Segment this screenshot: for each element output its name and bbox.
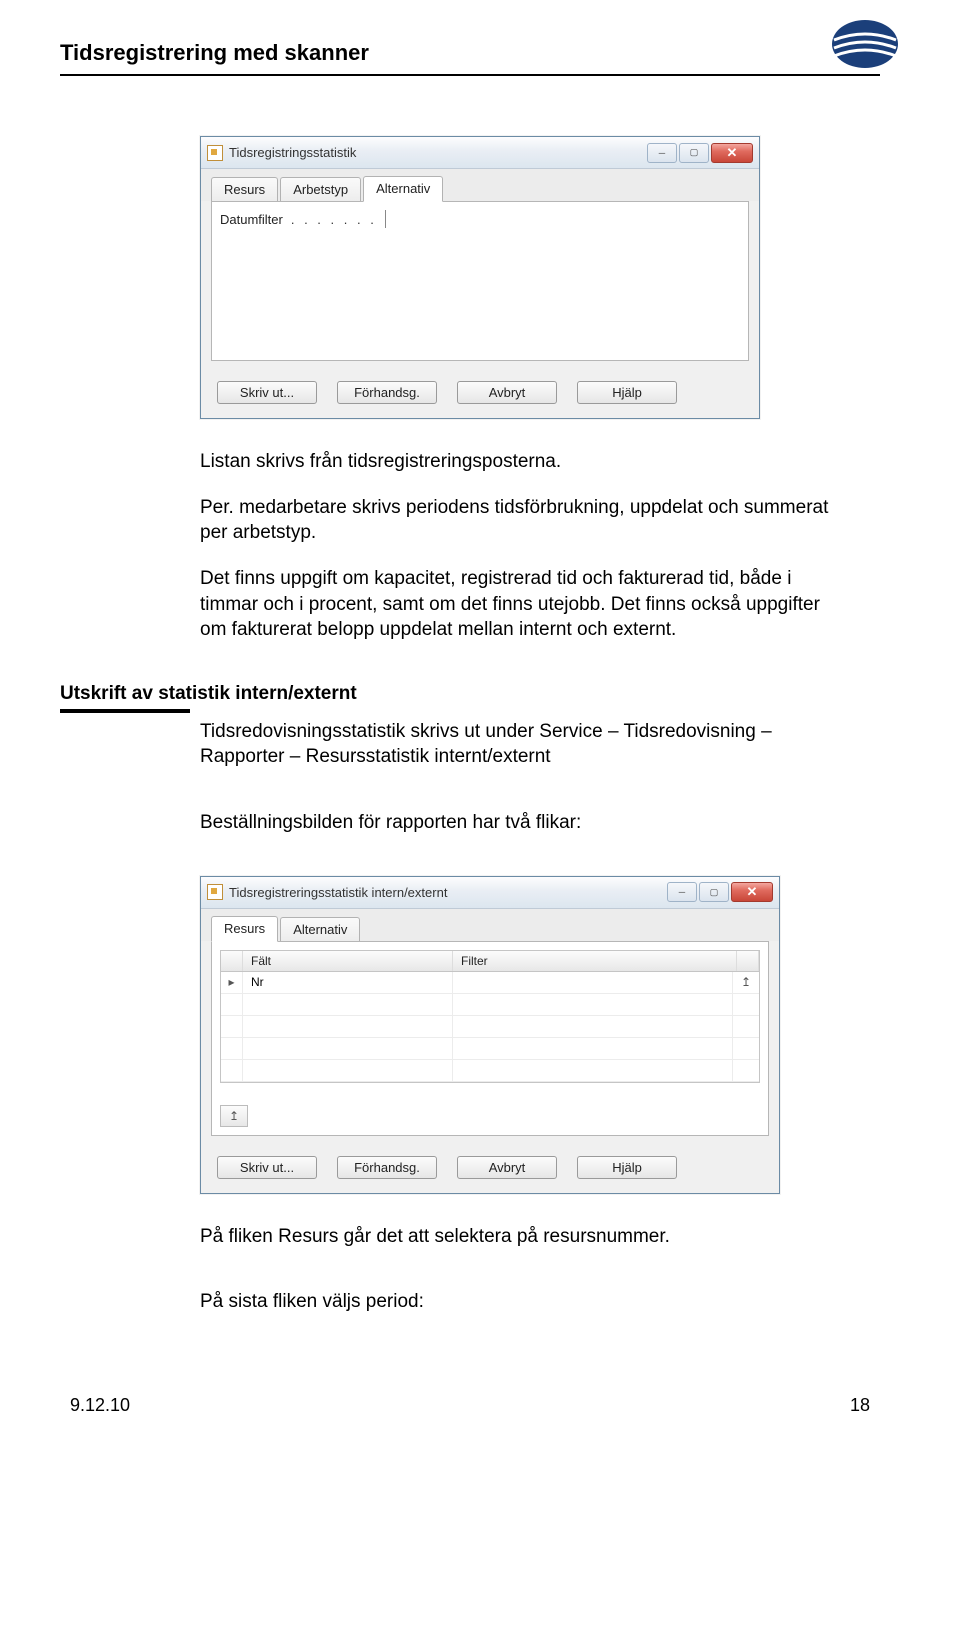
datumfilter-label: Datumfilter	[220, 212, 283, 227]
dialog-tidsregistringsstatistik: Tidsregistringsstatistik ─ ▢ ✕ Resurs Ar…	[200, 136, 760, 419]
falt-cell[interactable]	[243, 1016, 453, 1037]
paragraph-2: Per. medarbetare skrivs periodens tidsfö…	[200, 495, 840, 546]
titlebar[interactable]: Tidsregistreringsstatistik intern/extern…	[201, 877, 779, 909]
paragraph-6: På fliken Resurs går det att selektera p…	[200, 1224, 840, 1250]
page-header-title: Tidsregistrering med skanner	[60, 40, 369, 66]
minimize-button[interactable]: ─	[647, 143, 677, 163]
tab-resurs[interactable]: Resurs	[211, 916, 278, 942]
maximize-button[interactable]: ▢	[679, 143, 709, 163]
window-title: Tidsregistringsstatistik	[229, 145, 647, 160]
column-header-falt[interactable]: Fält	[243, 951, 453, 971]
app-icon	[207, 884, 223, 900]
preview-button[interactable]: Förhandsg.	[337, 381, 437, 404]
print-button[interactable]: Skriv ut...	[217, 1156, 317, 1179]
tab-panel: Datumfilter . . . . . . .	[211, 201, 749, 361]
filter-cell[interactable]	[453, 1016, 733, 1037]
dots: . . . . . . .	[291, 212, 377, 227]
lookup-icon[interactable]: ↥	[733, 972, 759, 993]
table-row[interactable]	[221, 1060, 759, 1082]
paragraph-1: Listan skrivs från tidsregistreringspost…	[200, 449, 840, 475]
tab-arbetstyp[interactable]: Arbetstyp	[280, 177, 361, 202]
tab-resurs[interactable]: Resurs	[211, 177, 278, 202]
falt-cell[interactable]	[243, 1038, 453, 1059]
table-row[interactable]	[221, 1038, 759, 1060]
row-marker-icon: ▸	[221, 972, 243, 993]
table-row[interactable]: ▸ Nr ↥	[221, 972, 759, 994]
section-heading: Utskrift av statistik intern/externt	[60, 683, 880, 705]
paragraph-7: På sista fliken väljs period:	[200, 1289, 840, 1315]
window-title: Tidsregistreringsstatistik intern/extern…	[229, 885, 667, 900]
cancel-button[interactable]: Avbryt	[457, 381, 557, 404]
company-logo	[830, 18, 900, 75]
footer-page-number: 18	[850, 1395, 870, 1416]
filter-cell[interactable]	[453, 994, 733, 1015]
help-button[interactable]: Hjälp	[577, 1156, 677, 1179]
paragraph-4: Tidsredovisningsstatistik skrivs ut unde…	[200, 719, 840, 770]
tab-alternativ[interactable]: Alternativ	[363, 176, 443, 202]
titlebar[interactable]: Tidsregistringsstatistik ─ ▢ ✕	[201, 137, 759, 169]
close-button[interactable]: ✕	[731, 882, 773, 902]
column-end-header	[737, 951, 759, 971]
footer-date: 9.12.10	[70, 1395, 130, 1416]
column-header-filter[interactable]: Filter	[453, 951, 737, 971]
table-row[interactable]	[221, 994, 759, 1016]
table-row[interactable]	[221, 1016, 759, 1038]
paragraph-3: Det finns uppgift om kapacitet, registre…	[200, 566, 840, 643]
help-button[interactable]: Hjälp	[577, 381, 677, 404]
paragraph-5: Beställningsbilden för rapporten har två…	[200, 810, 840, 836]
falt-cell[interactable]	[243, 1060, 453, 1081]
tab-alternativ[interactable]: Alternativ	[280, 917, 360, 942]
app-icon	[207, 145, 223, 161]
print-button[interactable]: Skriv ut...	[217, 381, 317, 404]
heading-underline	[60, 709, 190, 713]
filter-cell[interactable]	[453, 972, 733, 993]
filter-table-body: ▸ Nr ↥	[220, 972, 760, 1083]
tab-panel: Fält Filter ▸ Nr ↥	[211, 941, 769, 1136]
filter-table-header: Fält Filter	[220, 950, 760, 972]
falt-cell[interactable]	[243, 994, 453, 1015]
maximize-button[interactable]: ▢	[699, 882, 729, 902]
dialog-intern-externt: Tidsregistreringsstatistik intern/extern…	[200, 876, 780, 1194]
cancel-button[interactable]: Avbryt	[457, 1156, 557, 1179]
row-selector-header	[221, 951, 243, 971]
filter-cell[interactable]	[453, 1038, 733, 1059]
falt-cell[interactable]: Nr	[243, 972, 453, 993]
insert-row-button[interactable]: ↥	[220, 1105, 248, 1127]
filter-cell[interactable]	[453, 1060, 733, 1081]
preview-button[interactable]: Förhandsg.	[337, 1156, 437, 1179]
close-button[interactable]: ✕	[711, 143, 753, 163]
datumfilter-input[interactable]	[385, 210, 569, 228]
minimize-button[interactable]: ─	[667, 882, 697, 902]
